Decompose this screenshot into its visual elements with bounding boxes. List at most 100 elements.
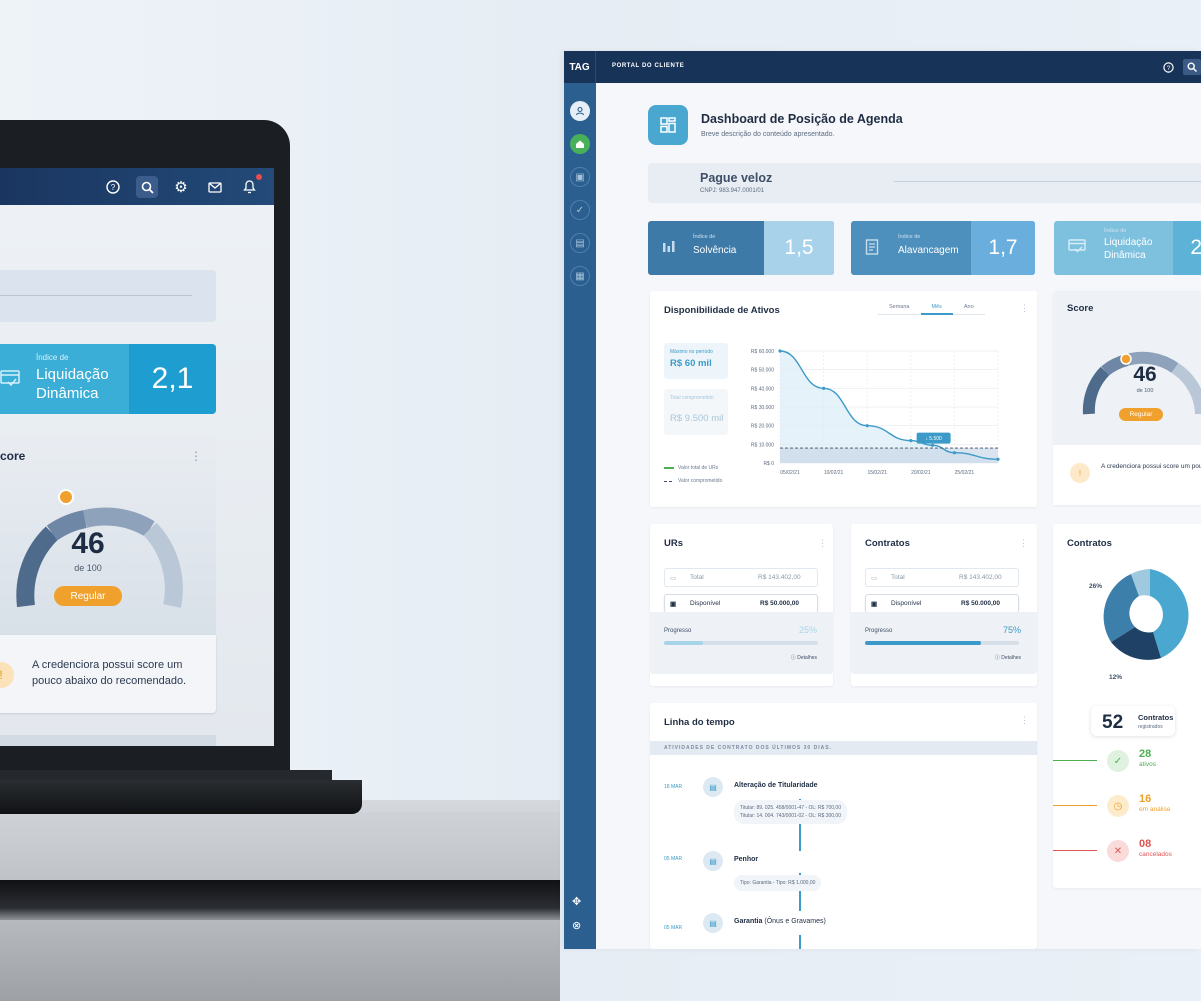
timeline-card: Linha do tempo ⋮ ATIVIDADES DE CONTRATO … xyxy=(650,703,1037,949)
more-options-icon[interactable]: ⋮ xyxy=(1019,538,1028,549)
y-tick-label: R$ 30.000 xyxy=(751,405,774,411)
score-title: core xyxy=(0,449,26,463)
laptop-company-box xyxy=(0,270,216,322)
search-icon[interactable] xyxy=(136,176,158,198)
topbar: TAG PORTAL DO CLIENTE ? xyxy=(564,51,1201,83)
progress-fill xyxy=(664,641,703,645)
gear-icon[interactable]: ⚙ xyxy=(170,176,192,198)
availability-card: Disponibilidade de Ativos Semana Mês Ano… xyxy=(650,291,1037,507)
data-point xyxy=(931,443,935,447)
kpi-value: 2,1 xyxy=(129,344,216,414)
more-options-icon[interactable]: ⋮ xyxy=(190,449,202,463)
kpi-small-label: Índice de xyxy=(36,353,69,362)
background-shelf xyxy=(0,812,560,882)
status-count: 16 xyxy=(1139,793,1152,805)
client-portal-dashboard: TAG PORTAL DO CLIENTE ? ▣ ✓ ▤ ▦ ✥ ⊗ Dash… xyxy=(564,51,1201,949)
company-cnpj: CNPJ: 983.947.0001/01 xyxy=(700,188,765,194)
bell-icon[interactable] xyxy=(238,174,262,198)
legend-label: Valor comprometido xyxy=(678,478,723,484)
tab-week[interactable]: Semana xyxy=(878,301,921,315)
laptop-next-card xyxy=(0,735,216,746)
money-icon: ▭ xyxy=(871,575,878,582)
available-label: Disponível xyxy=(690,600,721,607)
help-icon[interactable]: ? xyxy=(102,176,124,198)
document-icon: ▤ xyxy=(703,777,723,797)
total-label: Total xyxy=(891,574,905,581)
laptop-kpi-liquidez[interactable]: Índice de Liquidação Dinâmica 2,1 xyxy=(0,344,216,414)
contracts-total-sub: registrados xyxy=(1138,724,1163,730)
details-link[interactable]: ⓘ Detalhes xyxy=(995,654,1021,661)
y-tick-label: R$ 10.000 xyxy=(751,442,774,448)
document-icon[interactable]: ▣ xyxy=(570,167,590,187)
total-value: R$ 143.402,00 xyxy=(959,574,1002,581)
progress-label: Progresso xyxy=(664,628,692,634)
score-of: de 100 xyxy=(1136,388,1154,394)
data-point xyxy=(996,457,1000,461)
total-label: Total xyxy=(690,574,704,581)
home-icon[interactable] xyxy=(570,134,590,154)
data-point xyxy=(952,451,956,455)
total-value: R$ 9.500 mil xyxy=(670,413,724,424)
kpi-alavancagem[interactable]: Índice de Alavancagem 1,7 xyxy=(851,221,1035,275)
kpi-label: Liquidação Dinâmica xyxy=(36,365,109,403)
contracts-total: 52 xyxy=(1102,712,1124,733)
more-options-icon[interactable]: ⋮ xyxy=(1020,303,1029,314)
more-options-icon[interactable]: ⋮ xyxy=(1020,715,1029,726)
search-icon[interactable] xyxy=(1183,59,1201,75)
notification-dot xyxy=(256,174,262,180)
status-label: em análise xyxy=(1139,806,1171,813)
svg-text:?: ? xyxy=(111,183,116,192)
help-icon[interactable]: ? xyxy=(1161,60,1175,74)
legend-swatch xyxy=(664,480,674,482)
contracts-total-label: Contratos xyxy=(1138,713,1174,722)
status-line xyxy=(1053,805,1097,806)
score-badge: Regular xyxy=(54,586,122,606)
card-title: Contratos xyxy=(865,538,910,549)
more-options-icon[interactable]: ⋮ xyxy=(818,538,827,549)
contracts-donut xyxy=(1103,569,1189,660)
status-review[interactable]: ◷ 16 em análise xyxy=(1053,788,1201,828)
x-tick-label: 20/02/21 xyxy=(911,470,931,476)
receipt-icon xyxy=(865,239,879,260)
laptop-toolbar: ? ⚙ xyxy=(102,174,262,198)
warning-icon: ! xyxy=(0,662,14,688)
status-cancelled[interactable]: ✕ 08 cancelados xyxy=(1053,833,1201,873)
tab-year[interactable]: Ano xyxy=(952,301,985,315)
kpi-label-line1: Liquidação xyxy=(1104,237,1153,248)
document-check-icon xyxy=(0,368,20,394)
timeline-detail: Titular: 89. 025. 458/0001-47 - OL: R$ 7… xyxy=(734,800,847,824)
max-stat: Máximo no período R$ 60 mil xyxy=(664,343,728,379)
legend-item: Valor comprometido xyxy=(664,478,722,484)
details-link[interactable]: ⓘ Detalhes xyxy=(791,654,817,661)
support-icon[interactable]: ⊗ xyxy=(572,919,581,932)
timeline-title-main: Garantia xyxy=(734,918,763,925)
card-title: Disponibilidade de Ativos xyxy=(664,305,780,316)
y-tick-label: R$ 50.000 xyxy=(751,368,774,374)
available-value: R$ 50.000,00 xyxy=(760,600,800,607)
clock-icon: ◷ xyxy=(1107,795,1129,817)
kpi-label: Liquidação Dinâmica xyxy=(1104,236,1152,262)
company-name: Pague veloz xyxy=(700,171,773,185)
x-tick-label: 10/02/21 xyxy=(824,470,844,476)
y-tick-label: R$ 40.000 xyxy=(751,386,774,392)
status-count: 28 xyxy=(1139,748,1152,760)
timeline-title: Garantia (Ônus e Gravames) xyxy=(734,918,826,925)
move-icon[interactable]: ✥ xyxy=(572,895,581,908)
warning-icon: ! xyxy=(1070,463,1090,483)
tab-month[interactable]: Mês xyxy=(920,301,953,315)
progress-fill xyxy=(865,641,981,645)
kpi-liquidacao[interactable]: Índice de Liquidação Dinâmica 2 xyxy=(1054,221,1201,275)
report-icon[interactable]: ▦ xyxy=(570,266,590,286)
progress-section: Progresso 25% ⓘ Detalhes xyxy=(650,612,833,674)
timeline-detail-line: Tipo: Garantia - Tipo: R$ 1.000,00 xyxy=(740,880,816,886)
money-icon: ▣ xyxy=(871,601,878,608)
check-icon[interactable]: ✓ xyxy=(570,200,590,220)
user-icon[interactable] xyxy=(570,101,590,121)
y-tick-label: R$ 0 xyxy=(763,461,774,467)
logo[interactable]: TAG xyxy=(564,51,596,83)
page-subtitle: Breve descrição do conteúdo apresentado. xyxy=(701,131,835,138)
status-active[interactable]: ✓ 28 ativos xyxy=(1053,743,1201,783)
kpi-solvencia[interactable]: Índice de Solvência 1,5 xyxy=(648,221,834,275)
card-icon[interactable]: ▤ xyxy=(570,233,590,253)
mail-icon[interactable] xyxy=(204,176,226,198)
